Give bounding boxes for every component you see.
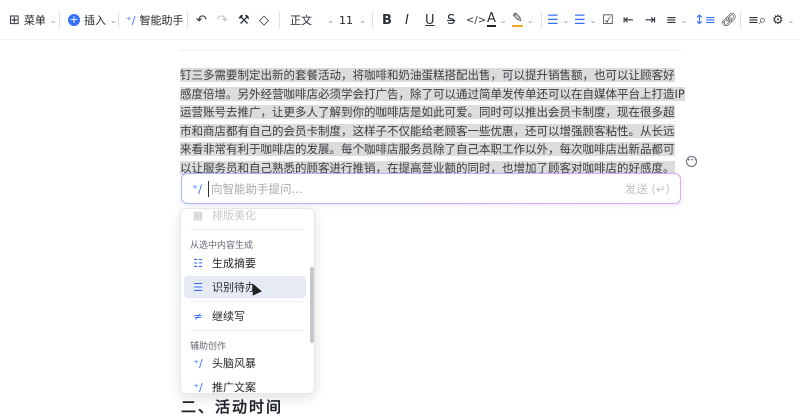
underline-icon: U (425, 12, 435, 28)
section-heading: 二、活动时间 (181, 398, 284, 416)
bullet-list-icon: ☰ (547, 12, 559, 28)
menu-item-continue[interactable]: ≠ 继续写 (184, 305, 306, 327)
underline-button[interactable]: U (425, 10, 435, 30)
chevron-down-icon: ⌄ (787, 15, 795, 25)
outdent-button[interactable]: ⇤ (623, 10, 634, 30)
undo-button[interactable]: ↶ (196, 10, 207, 30)
divider (59, 12, 60, 28)
code-button[interactable]: </> (466, 10, 486, 30)
find-button[interactable]: ≡⌕ (748, 10, 766, 30)
assistant-menu: ▦ 排版美化 从选中内容生成 ☷ 生成摘要 ☰ 识别待办 ≠ 继续写 辅助创作 ⁺∕ 头脑… (180, 208, 315, 394)
chevron-down-icon: ⌄ (110, 15, 117, 25)
more-tools-icon: ⚙ (772, 12, 784, 28)
magic-wand-icon: ⁺∕ (126, 13, 136, 27)
find-replace-icon: ≡⌕ (748, 12, 767, 28)
scrollbar[interactable] (310, 267, 314, 343)
indent-icon: ⇥ (645, 12, 656, 28)
divider (279, 12, 280, 28)
font-size-select[interactable]: 11 ⌄ (339, 10, 366, 30)
checkbox-icon: ☑ (602, 12, 614, 28)
more-button[interactable]: ⚙ ⌄ (772, 10, 794, 30)
divider (190, 301, 304, 302)
link-icon: 🔗︎ (721, 12, 738, 28)
divider (180, 50, 683, 51)
indent-button[interactable]: ⇥ (645, 10, 656, 30)
chevron-down-icon: ⌄ (359, 15, 366, 25)
line-spacing-icon: ↕≡ (694, 12, 716, 28)
text-style-select[interactable]: 正文 ⌄ (290, 10, 334, 30)
highlight-button[interactable]: ✎ ⌄ (512, 10, 534, 30)
divider (541, 12, 542, 28)
menu-item-promo[interactable]: ⁺∕ 推广文案 (184, 376, 306, 394)
chevron-down-icon: ⌄ (562, 15, 570, 25)
menu-item-layout[interactable]: ▦ 排版美化 (184, 208, 306, 226)
summary-icon: ☷ (193, 256, 203, 270)
group-label: 从选中内容生成 (190, 241, 254, 251)
divider (190, 330, 304, 331)
clear-format-button[interactable]: ◇ (259, 10, 269, 30)
divider (190, 229, 304, 230)
paint-roller-icon: ⚒ (238, 12, 250, 28)
divider (740, 12, 741, 28)
todo-list-icon: ☰ (193, 280, 203, 294)
font-color-icon: A (487, 11, 496, 27)
chevron-down-icon: ⌄ (499, 15, 507, 25)
divider (118, 12, 119, 28)
undo-icon: ↶ (196, 12, 207, 28)
group-label: 辅助创作 (190, 342, 227, 352)
insert-button[interactable]: + 插入 ⌄ (68, 10, 117, 30)
chevron-down-icon: ⌄ (526, 15, 534, 25)
grid-icon: ⊞ (9, 12, 20, 28)
divider (187, 12, 188, 28)
chevron-down-icon: ⌄ (49, 15, 57, 25)
ordered-list-button[interactable]: ☰ ⌄ (574, 10, 596, 30)
layout-icon: ▦ (192, 208, 204, 222)
magic-wand-icon: ⁺∕ (193, 356, 203, 370)
eraser-icon: ◇ (259, 12, 269, 28)
toolbar: ⊞ 菜单 ⌄ + 插入 ⌄ ⁺∕ 智能助手 ↶ ↷ ⚒ ◇ 正文 ⌄ 11 ⌄ B I U S… (0, 0, 800, 40)
document-paragraph[interactable]: 钉三多需要制定出新的套餐活动，将咖啡和奶油蛋糕搭配出售，可以提升销售额，也可以让… (180, 66, 685, 178)
divider (372, 12, 373, 28)
chevron-down-icon: ⌄ (327, 15, 334, 25)
continue-write-icon: ≠ (193, 309, 203, 323)
checkbox-button[interactable]: ☑ (602, 10, 614, 30)
bold-button[interactable]: B (382, 10, 392, 30)
ordered-list-icon: ☰ (574, 12, 586, 28)
redo-icon: ↷ (217, 12, 228, 28)
code-icon: </> (466, 14, 487, 26)
align-button[interactable]: ≡ ⌄ (666, 10, 688, 30)
italic-button[interactable]: I (405, 10, 409, 30)
menu-item-brainstorm[interactable]: ⁺∕ 头脑风暴 (184, 352, 306, 374)
send-button[interactable]: 发送 (↵) (625, 181, 670, 197)
strikethrough-button[interactable]: S (447, 10, 455, 30)
plus-circle-icon: + (68, 13, 80, 26)
strikethrough-icon: S (447, 12, 456, 28)
link-button[interactable]: 🔗︎ (721, 10, 738, 30)
font-color-button[interactable]: A ⌄ (487, 10, 507, 30)
assistant-button[interactable]: ⁺∕ 智能助手 (126, 10, 184, 30)
bold-icon: B (382, 12, 392, 28)
assistant-input-placeholder[interactable]: 向智能助手提问... (207, 180, 625, 197)
magic-wand-icon: ⁺∕ (193, 380, 203, 394)
assistant-input[interactable]: ⁺∕ 向智能助手提问... 发送 (↵) (181, 173, 681, 204)
redo-button[interactable]: ↷ (217, 10, 228, 30)
outdent-icon: ⇤ (623, 12, 634, 28)
highlighter-icon: ✎ (512, 11, 523, 27)
menu-button[interactable]: ⊞ 菜单 ⌄ (9, 10, 57, 30)
menu-item-summary[interactable]: ☷ 生成摘要 (184, 252, 306, 274)
chevron-down-icon: ⌄ (680, 15, 688, 25)
magic-wand-icon: ⁺∕ (192, 181, 202, 196)
menu-item-todo[interactable]: ☰ 识别待办 (184, 276, 306, 298)
format-painter-button[interactable]: ⚒ (238, 10, 250, 30)
chevron-down-icon: ⌄ (589, 15, 597, 25)
bullet-list-button[interactable]: ☰ ⌄ (547, 10, 569, 30)
align-left-icon: ≡ (666, 12, 677, 28)
comment-icon[interactable]: ••• (686, 156, 698, 167)
italic-icon: I (405, 12, 409, 28)
